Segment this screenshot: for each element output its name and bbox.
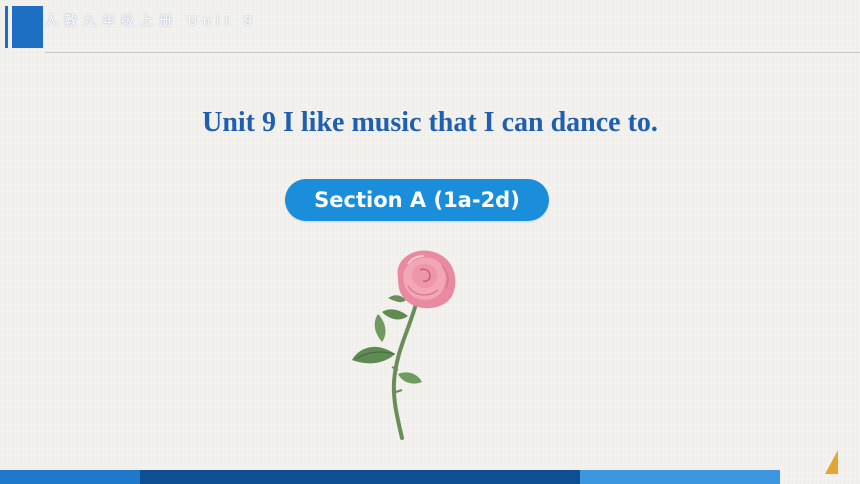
rose-illustration — [352, 250, 456, 440]
section-badge: Section A (1a-2d) — [285, 179, 549, 221]
slide-header: 人教九年级上册 Unit 9 — [0, 0, 860, 54]
header-divider — [45, 52, 860, 53]
footer-bar — [0, 470, 860, 484]
header-text: 人教九年级上册 Unit 9 — [45, 13, 258, 28]
section-label: Section A (1a-2d) — [314, 188, 520, 212]
footer-segment-light — [580, 470, 780, 484]
corner-triangle-decoration — [825, 450, 838, 474]
slide-title: Unit 9 I like music that I can dance to. — [202, 107, 658, 138]
header-accent-block — [12, 6, 43, 48]
footer-segment-dark — [140, 470, 580, 484]
header-accent-stripe — [5, 6, 8, 48]
